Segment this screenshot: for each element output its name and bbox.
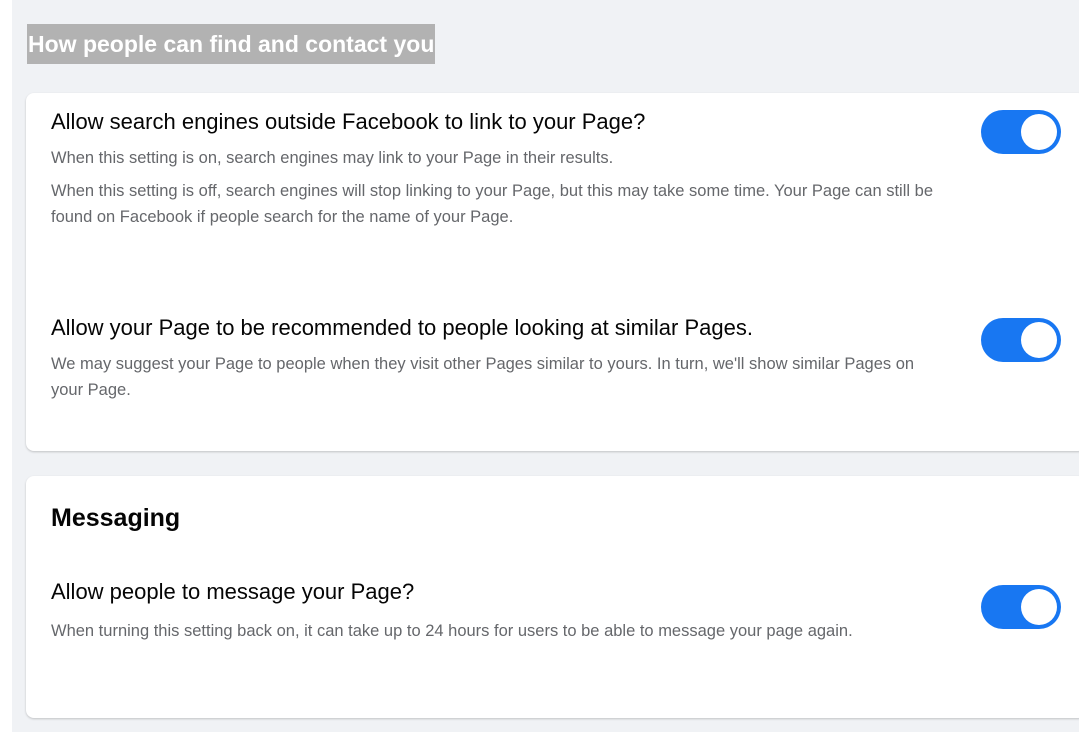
allow-messages-toggle[interactable] bbox=[981, 585, 1061, 629]
recommend-setting-desc: We may suggest your Page to people when … bbox=[51, 355, 915, 399]
toggle-knob bbox=[1021, 114, 1057, 150]
recommend-setting-title: Allow your Page to be recommended to peo… bbox=[51, 315, 753, 340]
messaging-card: Messaging Allow people to message your P… bbox=[26, 476, 1079, 718]
search-engines-toggle[interactable] bbox=[981, 110, 1061, 154]
toggle-knob bbox=[1021, 322, 1057, 358]
search-engines-setting-desc-off: When this setting is off, search engines… bbox=[51, 182, 933, 226]
find-contact-card: Allow search engines outside Facebook to… bbox=[26, 93, 1079, 451]
allow-messages-setting-title: Allow people to message your Page? bbox=[51, 579, 415, 604]
toggle-knob bbox=[1021, 589, 1057, 625]
recommend-toggle[interactable] bbox=[981, 318, 1061, 362]
messaging-heading: Messaging bbox=[51, 504, 181, 532]
section-title: How people can find and contact you bbox=[27, 24, 436, 64]
search-engines-setting-title: Allow search engines outside Facebook to… bbox=[51, 109, 646, 134]
allow-messages-setting-desc: When turning this setting back on, it ca… bbox=[51, 622, 853, 640]
search-engines-setting-desc-on: When this setting is on, search engines … bbox=[51, 149, 614, 167]
